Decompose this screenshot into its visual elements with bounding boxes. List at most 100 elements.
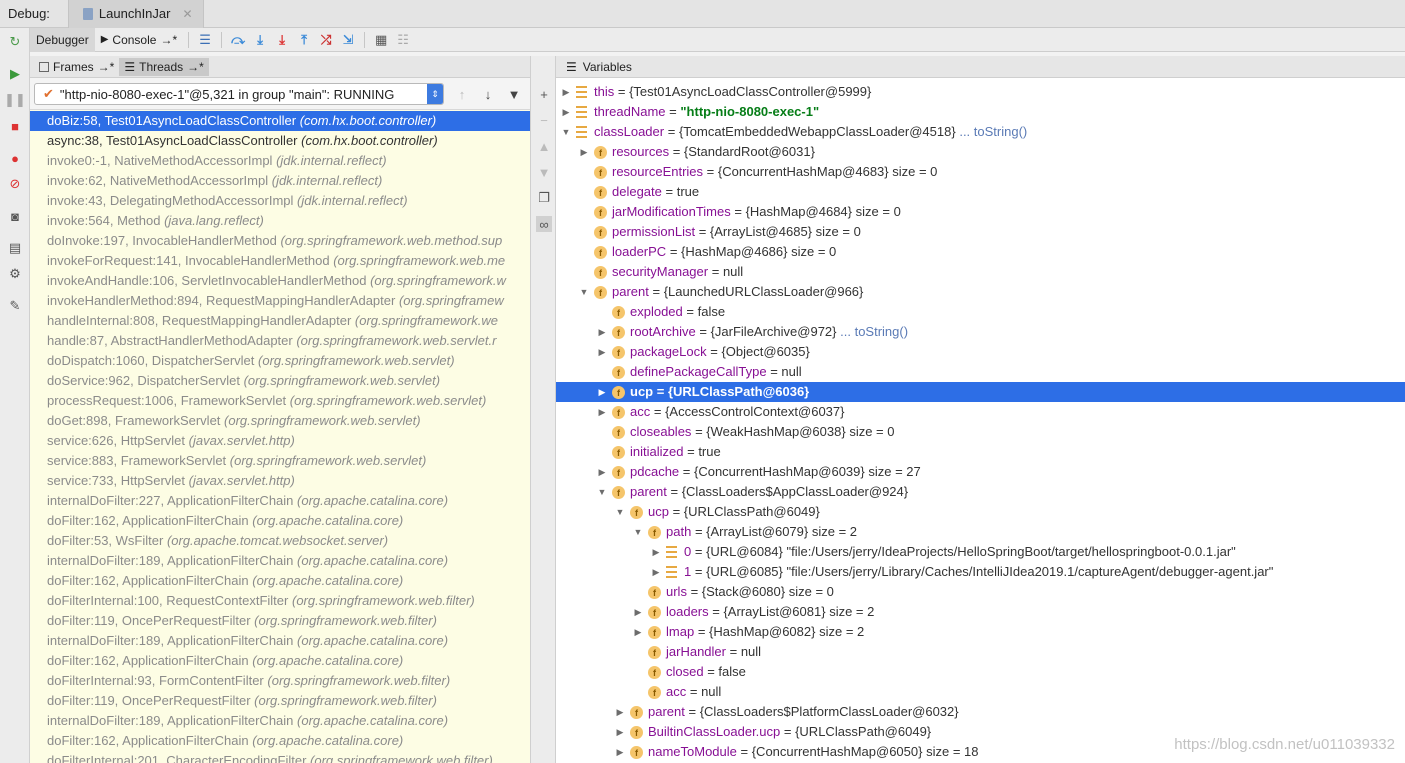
frame-row[interactable]: invokeHandlerMethod:894, RequestMappingH… xyxy=(30,291,530,311)
force-step-into-icon[interactable]: ⤓ xyxy=(271,29,293,51)
stop-icon[interactable]: ■ xyxy=(7,118,23,134)
move-up-icon[interactable]: ▲ xyxy=(536,138,552,154)
frame-row[interactable]: doService:962, DispatcherServlet (org.sp… xyxy=(30,371,530,391)
variable-row[interactable]: ▼ classLoader = {TomcatEmbeddedWebappClas… xyxy=(556,122,1405,142)
variable-row[interactable]: f permissionList = {ArrayList@4685} size … xyxy=(556,222,1405,242)
frame-row[interactable]: handleInternal:808, RequestMappingHandle… xyxy=(30,311,530,331)
variable-row[interactable]: ▼ f parent = {ClassLoaders$AppClassLoader@… xyxy=(556,482,1405,502)
variable-row[interactable]: ▶ f acc = {AccessControlContext@6037} xyxy=(556,402,1405,422)
view-breakpoints-icon[interactable]: ● xyxy=(7,150,23,166)
frame-row[interactable]: async:38, Test01AsyncLoadClassController… xyxy=(30,131,530,151)
variable-row[interactable]: ▶ f pdcache = {ConcurrentHashMap@6039} siz… xyxy=(556,462,1405,482)
expand-arrow-icon[interactable]: ▶ xyxy=(560,82,572,102)
rerun-icon[interactable]: ↻ xyxy=(7,34,23,50)
frame-row[interactable]: invoke:62, NativeMethodAccessorImpl (jdk… xyxy=(30,171,530,191)
filter-icon[interactable]: ▼ xyxy=(505,84,523,104)
frame-row[interactable]: doFilterInternal:100, RequestContextFilt… xyxy=(30,591,530,611)
variable-row[interactable]: ▶ this = {Test01AsyncLoadClassController@… xyxy=(556,82,1405,102)
variable-row[interactable]: f definePackageCallType = null xyxy=(556,362,1405,382)
collapse-arrow-icon[interactable]: ▼ xyxy=(596,482,608,502)
frame-row[interactable]: processRequest:1006, FrameworkServlet (o… xyxy=(30,391,530,411)
variable-row[interactable]: ▼ f ucp = {URLClassPath@6049} xyxy=(556,502,1405,522)
frame-row[interactable]: doFilter:53, WsFilter (org.apache.tomcat… xyxy=(30,531,530,551)
variable-row[interactable]: ▶ f packageLock = {Object@6035} xyxy=(556,342,1405,362)
frame-row[interactable]: handle:87, AbstractHandlerMethodAdapter … xyxy=(30,331,530,351)
collapse-arrow-icon[interactable]: ▼ xyxy=(578,282,590,302)
expand-arrow-icon[interactable]: ▶ xyxy=(632,602,644,622)
expand-arrow-icon[interactable]: ▶ xyxy=(614,702,626,722)
variable-row[interactable]: ▶ 1 = {URL@6085} "file:/Users/jerry/Libra… xyxy=(556,562,1405,582)
drop-frame-icon[interactable]: ⤮ xyxy=(315,29,337,51)
chevron-updown-icon[interactable]: ⇕ xyxy=(427,84,443,104)
frame-row[interactable]: doGet:898, FrameworkServlet (org.springf… xyxy=(30,411,530,431)
tab-frames[interactable]: Frames →* xyxy=(34,58,119,76)
frame-row[interactable]: doInvoke:197, InvocableHandlerMethod (or… xyxy=(30,231,530,251)
frame-row[interactable]: invoke:43, DelegatingMethodAccessorImpl … xyxy=(30,191,530,211)
variable-row[interactable]: f closed = false xyxy=(556,662,1405,682)
variable-row[interactable]: ▶ f ucp = {URLClassPath@6036} xyxy=(556,382,1405,402)
evaluate-expression-icon[interactable]: ▦ xyxy=(370,29,392,51)
variable-row[interactable]: ▶ f resources = {StandardRoot@6031} xyxy=(556,142,1405,162)
pin-icon[interactable]: ✎ xyxy=(7,298,23,314)
step-over-icon[interactable]: ⤼ xyxy=(227,29,249,51)
frame-row[interactable]: internalDoFilter:227, ApplicationFilterC… xyxy=(30,491,530,511)
variable-row[interactable]: ▶ f loaders = {ArrayList@6081} size = 2 xyxy=(556,602,1405,622)
arrow-down-icon[interactable]: ↓ xyxy=(479,84,497,104)
variable-row[interactable]: f jarModificationTimes = {HashMap@4684} s… xyxy=(556,202,1405,222)
variable-row[interactable]: ▶ f lmap = {HashMap@6082} size = 2 xyxy=(556,622,1405,642)
frame-row[interactable]: doFilter:162, ApplicationFilterChain (or… xyxy=(30,731,530,751)
variable-row[interactable]: f urls = {Stack@6080} size = 0 xyxy=(556,582,1405,602)
variable-row[interactable]: ▼ f path = {ArrayList@6079} size = 2 xyxy=(556,522,1405,542)
expand-arrow-icon[interactable]: ▶ xyxy=(596,462,608,482)
frame-row[interactable]: service:733, HttpServlet (javax.servlet.… xyxy=(30,471,530,491)
tab-debugger[interactable]: Debugger xyxy=(30,27,95,52)
frame-row[interactable]: doFilterInternal:93, FormContentFilter (… xyxy=(30,671,530,691)
frame-row[interactable]: doFilter:119, OncePerRequestFilter (org.… xyxy=(30,691,530,711)
tab-threads[interactable]: ☰ Threads →* xyxy=(119,57,209,76)
expand-arrow-icon[interactable]: ▶ xyxy=(650,542,662,562)
variable-row[interactable]: f jarHandler = null xyxy=(556,642,1405,662)
collapse-arrow-icon[interactable]: ▼ xyxy=(614,502,626,522)
step-into-icon[interactable]: ⤓ xyxy=(249,29,271,51)
variable-row[interactable]: ▶ threadName = "http-nio-8080-exec-1" xyxy=(556,102,1405,122)
copy-icon[interactable]: ❐ xyxy=(536,190,552,206)
frame-row[interactable]: doFilterInternal:201, CharacterEncodingF… xyxy=(30,751,530,763)
expand-arrow-icon[interactable]: ▶ xyxy=(614,722,626,742)
expand-arrow-icon[interactable]: ▶ xyxy=(596,342,608,362)
pause-icon[interactable]: ❚❚ xyxy=(4,92,26,108)
show-execution-point-icon[interactable]: ☰ xyxy=(194,29,216,51)
frame-row[interactable]: invokeForRequest:141, InvocableHandlerMe… xyxy=(30,251,530,271)
resume-icon[interactable]: ▶ xyxy=(7,66,23,82)
add-watch-icon[interactable]: + xyxy=(536,86,552,102)
thread-select[interactable]: ✔ "http-nio-8080-exec-1"@5,321 in group … xyxy=(34,83,444,105)
trace-icon[interactable]: ☷ xyxy=(392,29,414,51)
expand-arrow-icon[interactable]: ▶ xyxy=(596,382,608,402)
expand-arrow-icon[interactable]: ▶ xyxy=(596,402,608,422)
variable-row[interactable]: ▼ f parent = {LaunchedURLClassLoader@966} xyxy=(556,282,1405,302)
frame-row[interactable]: service:883, FrameworkServlet (org.sprin… xyxy=(30,451,530,471)
expand-arrow-icon[interactable]: ▶ xyxy=(614,742,626,762)
remove-icon[interactable]: − xyxy=(536,112,552,128)
step-out-icon[interactable]: ⤒ xyxy=(293,29,315,51)
run-to-cursor-icon[interactable]: ⇲ xyxy=(337,29,359,51)
variable-row[interactable]: ▶ f parent = {ClassLoaders$PlatformClassLo… xyxy=(556,702,1405,722)
frame-row[interactable]: doDispatch:1060, DispatcherServlet (org.… xyxy=(30,351,530,371)
variable-row[interactable]: ▶ f rootArchive = {JarFileArchive@972} ...… xyxy=(556,322,1405,342)
expand-arrow-icon[interactable]: ▶ xyxy=(596,322,608,342)
tostring-link[interactable]: ... toString() xyxy=(959,124,1027,139)
variable-row[interactable]: f loaderPC = {HashMap@4686} size = 0 xyxy=(556,242,1405,262)
collapse-arrow-icon[interactable]: ▼ xyxy=(560,122,572,142)
move-down-icon[interactable]: ▼ xyxy=(536,164,552,180)
close-icon[interactable]: ✕ xyxy=(182,7,192,21)
tab-launchinjar[interactable]: LaunchInJar ✕ xyxy=(67,0,204,28)
variable-row[interactable]: ▶ 0 = {URL@6084} "file:/Users/jerry/IdeaP… xyxy=(556,542,1405,562)
expand-arrow-icon[interactable]: ▶ xyxy=(578,142,590,162)
frame-row[interactable]: internalDoFilter:189, ApplicationFilterC… xyxy=(30,551,530,571)
collapse-arrow-icon[interactable]: ▼ xyxy=(632,522,644,542)
frame-row[interactable]: internalDoFilter:189, ApplicationFilterC… xyxy=(30,631,530,651)
frame-row[interactable]: invokeAndHandle:106, ServletInvocableHan… xyxy=(30,271,530,291)
layout-icon[interactable]: ▤ xyxy=(7,240,23,256)
mute-breakpoints-icon[interactable]: ⊘ xyxy=(7,176,23,192)
variable-row[interactable]: f exploded = false xyxy=(556,302,1405,322)
frame-row[interactable]: doFilter:119, OncePerRequestFilter (org.… xyxy=(30,611,530,631)
